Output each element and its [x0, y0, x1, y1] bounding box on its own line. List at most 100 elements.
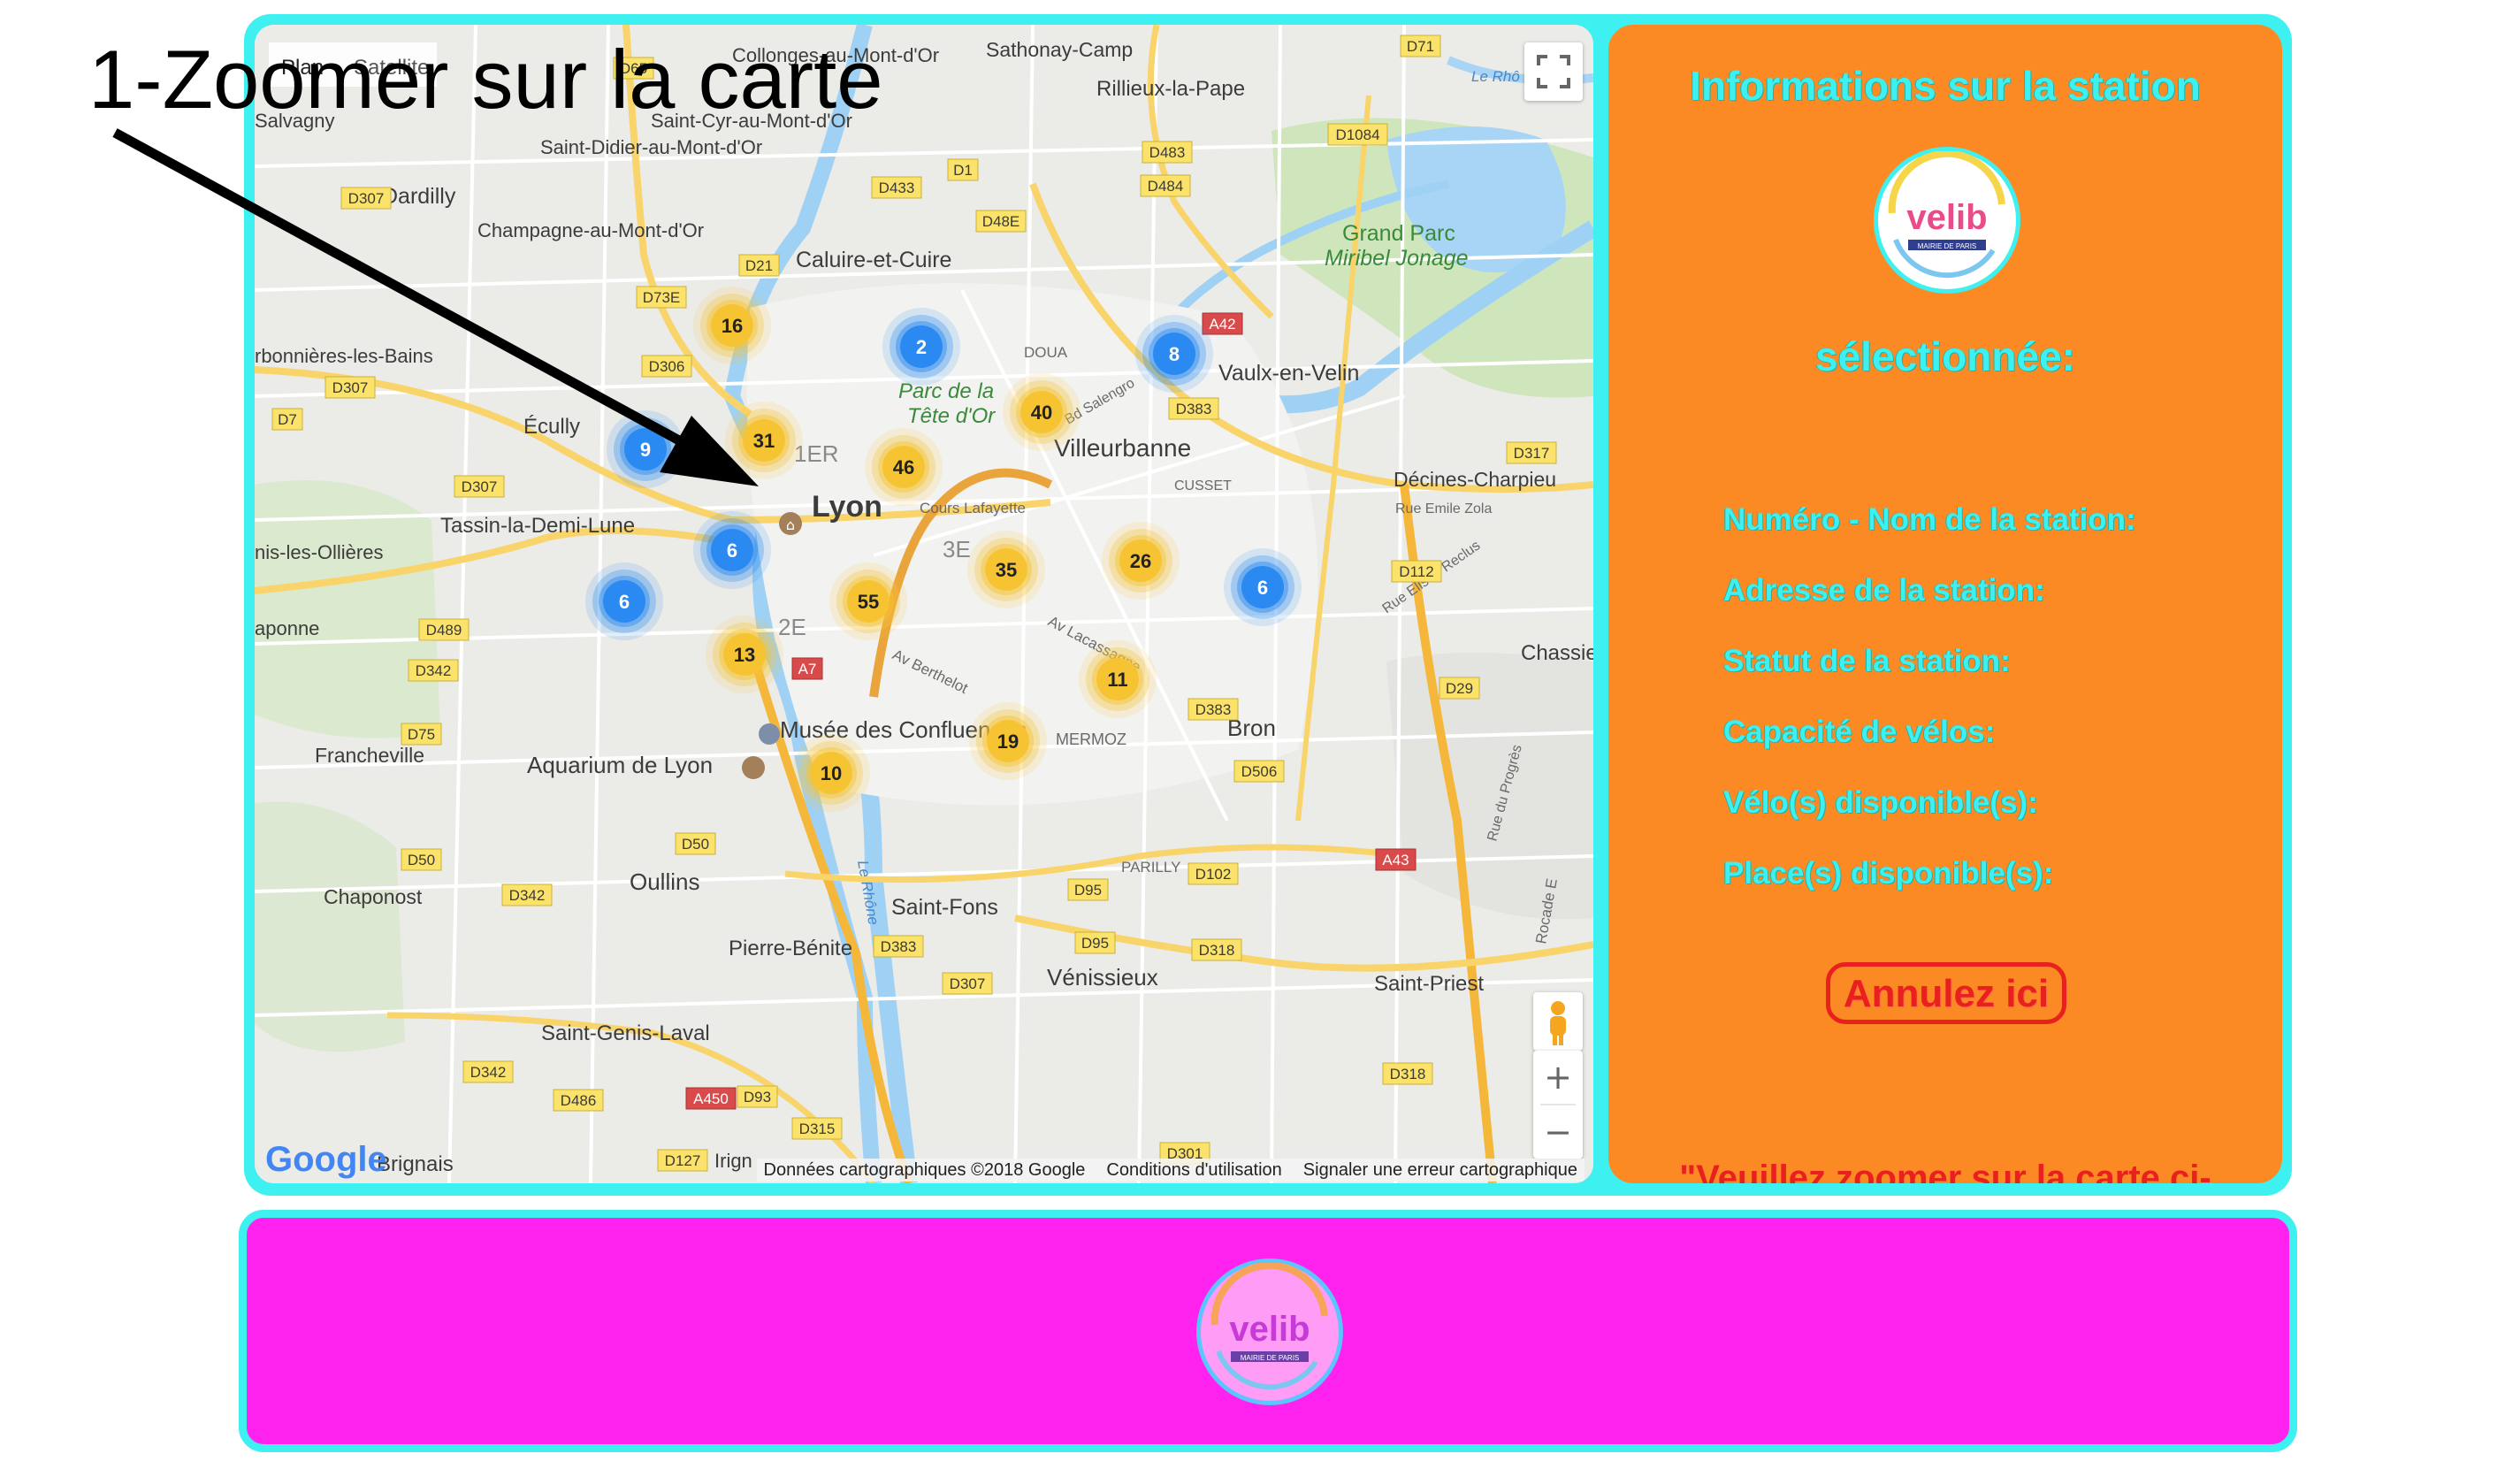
- report-error-link[interactable]: Signaler une erreur cartographique: [1303, 1159, 1577, 1182]
- station-cluster[interactable]: 55: [829, 562, 907, 640]
- cancel-button[interactable]: Annulez ici: [1826, 962, 2066, 1024]
- svg-text:D383: D383: [881, 938, 917, 955]
- station-cluster[interactable]: 26: [1102, 522, 1180, 600]
- label-doua: DOUA: [1024, 344, 1068, 361]
- svg-text:D102: D102: [1195, 866, 1232, 883]
- panel-subtitle: sélectionnée:: [1815, 333, 2075, 379]
- road-badge: D383: [1168, 397, 1219, 420]
- station-cluster[interactable]: 35: [967, 531, 1045, 608]
- svg-text:D383: D383: [1195, 701, 1232, 718]
- station-cluster[interactable]: 6: [585, 562, 663, 640]
- road-badge: D307: [325, 376, 376, 399]
- road-badge: D95: [1074, 931, 1116, 954]
- station-cluster[interactable]: 2: [882, 308, 960, 386]
- field-bike-capacity: Capacité de vélos:: [1723, 715, 1996, 749]
- svg-text:D383: D383: [1176, 401, 1212, 417]
- road-badge: D50: [401, 848, 442, 871]
- field-bikes-available: Vélo(s) disponible(s):: [1723, 785, 2038, 820]
- cluster-count: 6: [619, 591, 630, 613]
- label-cusset: CUSSET: [1174, 478, 1232, 493]
- road-badge: D75: [401, 723, 442, 746]
- road-badge: D433: [871, 176, 922, 199]
- road-badge: D307: [340, 187, 392, 210]
- google-logo[interactable]: Google: [265, 1140, 387, 1180]
- svg-text:D318: D318: [1390, 1066, 1426, 1082]
- label-aquarium: Aquarium de Lyon: [527, 752, 713, 778]
- svg-text:D1: D1: [953, 162, 973, 179]
- logo-word: velib: [1229, 1310, 1310, 1349]
- terms-link[interactable]: Conditions d'utilisation: [1106, 1159, 1281, 1182]
- street-view-button[interactable]: [1533, 992, 1583, 1051]
- cluster-count: 9: [640, 439, 651, 461]
- label-le-rhone-north: Le Rhô: [1471, 68, 1520, 85]
- svg-text:D307: D307: [950, 975, 986, 992]
- label-francheville: Francheville: [315, 744, 424, 767]
- station-cluster[interactable]: 46: [865, 428, 943, 506]
- label-rue-emile-zola: Rue Emile Zola: [1395, 501, 1492, 516]
- svg-text:D1084: D1084: [1335, 126, 1379, 143]
- label-tete-dor: Tête d'Or: [907, 404, 996, 428]
- cluster-count: 10: [821, 762, 842, 784]
- road-badge: D306: [641, 355, 692, 378]
- svg-text:D307: D307: [462, 478, 498, 495]
- road-badge: D93: [737, 1085, 778, 1108]
- station-cluster[interactable]: 19: [969, 702, 1047, 780]
- station-cluster[interactable]: 13: [706, 616, 783, 693]
- svg-text:D483: D483: [1149, 144, 1186, 161]
- road-badge: D48E: [975, 210, 1027, 233]
- road-badge: D483: [1142, 141, 1193, 164]
- label-oullins: Oullins: [630, 868, 699, 895]
- label-villeurbanne: Villeurbanne: [1054, 434, 1191, 462]
- svg-text:D342: D342: [509, 887, 546, 904]
- label-chaponost: Chaponost: [324, 885, 423, 908]
- svg-text:D342: D342: [416, 662, 452, 679]
- svg-text:D95: D95: [1081, 935, 1109, 952]
- label-charbonnieres: rbonnières-les-Bains: [255, 345, 433, 367]
- museum-icon: ⌂: [779, 512, 802, 535]
- label-sathonay: Sathonay-Camp: [986, 38, 1133, 61]
- station-cluster[interactable]: 9: [607, 410, 684, 488]
- road-badge: A450: [685, 1087, 737, 1110]
- map-footer: Données cartographiques ©2018 Google Con…: [756, 1159, 1585, 1182]
- google-logo-text: Google: [265, 1140, 387, 1179]
- station-cluster[interactable]: 8: [1135, 315, 1213, 393]
- station-cluster[interactable]: 6: [693, 511, 771, 589]
- label-2e: 2E: [778, 614, 806, 640]
- panel-title: Informations sur la station: [1690, 63, 2201, 109]
- station-cluster[interactable]: 11: [1079, 640, 1157, 718]
- station-cluster[interactable]: 40: [1003, 373, 1081, 451]
- station-cluster[interactable]: 6: [1224, 548, 1302, 626]
- label-venissieux: Vénissieux: [1047, 964, 1158, 991]
- svg-text:A43: A43: [1382, 852, 1409, 868]
- map[interactable]: Lyon Villeurbanne Caluire-et-Cuire Vaulx…: [255, 25, 1593, 1183]
- label-lyon: Lyon: [812, 490, 882, 524]
- cluster-count: 6: [1257, 577, 1268, 599]
- svg-text:D95: D95: [1074, 882, 1102, 899]
- label-ecully: Écully: [523, 415, 580, 439]
- station-cluster[interactable]: 10: [792, 734, 870, 812]
- label-tassin: Tassin-la-Demi-Lune: [440, 514, 635, 538]
- zoom-in-button[interactable]: +: [1533, 1051, 1583, 1104]
- zoom-out-button[interactable]: −: [1533, 1105, 1583, 1159]
- road-badge: D102: [1187, 862, 1239, 885]
- road-badge: D21: [738, 254, 780, 277]
- field-station-name: Numéro - Nom de la station:: [1723, 502, 2136, 537]
- map-canvas[interactable]: Lyon Villeurbanne Caluire-et-Cuire Vaulx…: [255, 25, 1593, 1183]
- fullscreen-button[interactable]: [1524, 42, 1583, 101]
- road-badge: D383: [1187, 698, 1239, 721]
- station-cluster[interactable]: 16: [693, 287, 771, 364]
- svg-text:⌂: ⌂: [786, 516, 795, 533]
- station-cluster[interactable]: 31: [725, 402, 803, 479]
- svg-text:D307: D307: [348, 190, 385, 207]
- road-badge: D1084: [1327, 123, 1388, 146]
- road-badge: D95: [1067, 878, 1109, 901]
- road-badge: D484: [1140, 174, 1191, 197]
- road-badge: A43: [1375, 848, 1417, 871]
- industrial-area: [1386, 653, 1593, 920]
- field-station-address: Adresse de la station:: [1723, 573, 2045, 608]
- logo-word: velib: [1906, 198, 1987, 237]
- label-brignais: Brignais: [377, 1152, 454, 1176]
- main-container: Lyon Villeurbanne Caluire-et-Cuire Vaulx…: [244, 14, 2292, 1196]
- svg-text:D21: D21: [745, 257, 773, 274]
- cluster-count: 2: [916, 336, 927, 358]
